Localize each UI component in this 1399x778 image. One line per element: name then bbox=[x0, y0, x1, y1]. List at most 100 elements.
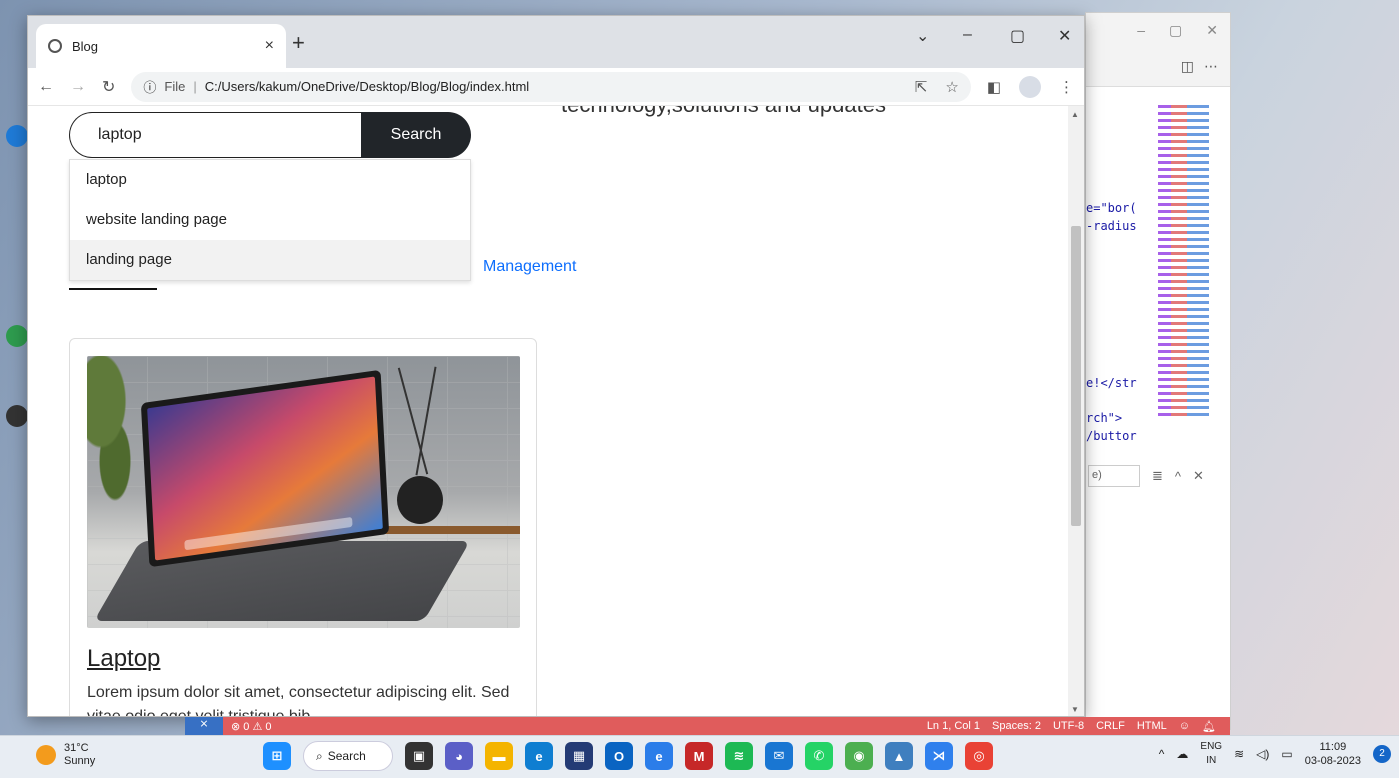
language-mode[interactable]: HTML bbox=[1137, 720, 1167, 733]
vscode-titlebar: – ▢ ✕ bbox=[1086, 13, 1230, 47]
search-label: Search bbox=[327, 749, 366, 763]
photos-icon[interactable]: ▲ bbox=[885, 742, 913, 770]
page-viewport: technology,solutions and updates Search … bbox=[28, 106, 1070, 717]
search-input[interactable] bbox=[69, 112, 369, 158]
profile-avatar[interactable] bbox=[1019, 75, 1041, 98]
find-widget: e) ≣ ^ ✕ bbox=[1086, 461, 1232, 491]
card-text: Lorem ipsum dolor sit amet, consectetur … bbox=[87, 684, 510, 717]
browser-ie-icon[interactable]: e bbox=[645, 742, 673, 770]
vscode-editor-actions: ◫ ⋯ bbox=[1086, 47, 1230, 87]
outlook-icon[interactable]: O bbox=[605, 742, 633, 770]
search-form: Search bbox=[69, 112, 471, 158]
close-find-icon[interactable]: ✕ bbox=[1193, 468, 1204, 484]
maximize-button[interactable]: ▢ bbox=[1010, 26, 1025, 46]
task-view-icon[interactable]: ▣ bbox=[405, 742, 433, 770]
code-line: e="bor( bbox=[1086, 201, 1137, 215]
suggestion-item[interactable]: website landing page bbox=[70, 200, 470, 240]
temperature: 31°C bbox=[64, 742, 89, 754]
bookmark-star-icon[interactable]: ☆ bbox=[945, 78, 958, 96]
encoding[interactable]: UTF-8 bbox=[1053, 720, 1084, 733]
remote-icon[interactable]: ⨯ bbox=[185, 717, 223, 735]
desktop-app-icon[interactable] bbox=[6, 125, 28, 147]
start-icon[interactable]: ⊞ bbox=[263, 742, 291, 770]
side-panel-icon[interactable]: ◧ bbox=[987, 78, 1001, 96]
indentation[interactable]: Spaces: 2 bbox=[992, 720, 1041, 733]
close-button[interactable]: ✕ bbox=[1058, 26, 1071, 46]
cursor-position[interactable]: Ln 1, Col 1 bbox=[927, 720, 980, 733]
teams-icon[interactable]: ◕ bbox=[445, 742, 473, 770]
nav-link-management[interactable]: Management bbox=[483, 258, 576, 276]
edge-icon[interactable]: e bbox=[525, 742, 553, 770]
feedback-icon[interactable]: ☺ bbox=[1179, 720, 1190, 733]
desktop-app-icon[interactable] bbox=[6, 405, 28, 427]
desktop-shortcuts bbox=[0, 0, 30, 735]
battery-icon[interactable]: ▭ bbox=[1281, 747, 1292, 761]
notification-badge[interactable]: 2 bbox=[1373, 745, 1391, 763]
vscode-icon[interactable]: ⋊ bbox=[925, 742, 953, 770]
clock[interactable]: 11:09 03-08-2023 bbox=[1305, 740, 1361, 768]
blog-card: Laptop Lorem ipsum dolor sit amet, conse… bbox=[69, 338, 537, 717]
previous-match-icon[interactable]: ^ bbox=[1175, 469, 1181, 484]
search-icon: ⌕ bbox=[316, 748, 323, 763]
card-title-link[interactable]: Laptop bbox=[87, 645, 160, 673]
vscode-statusbar: ⨯ ⊗ 0 ⚠ 0 Ln 1, Col 1 Spaces: 2 UTF-8 CR… bbox=[185, 717, 1230, 735]
url-text[interactable]: C:/Users/kakum/OneDrive/Desktop/Blog/Blo… bbox=[205, 79, 529, 94]
problems-indicator[interactable]: ⊗ 0 ⚠ 0 bbox=[231, 720, 271, 733]
menu-icon[interactable]: ⋮ bbox=[1059, 78, 1074, 96]
chrome-canary-icon[interactable]: ◉ bbox=[845, 742, 873, 770]
tab-title: Blog bbox=[72, 38, 99, 54]
code-line: -radius bbox=[1086, 219, 1137, 233]
whatsapp-icon[interactable]: ✆ bbox=[805, 742, 833, 770]
back-icon[interactable]: ← bbox=[38, 78, 54, 96]
file-explorer-icon[interactable]: ▬ bbox=[485, 742, 513, 770]
reload-icon[interactable]: ↻ bbox=[102, 77, 115, 97]
info-icon[interactable]: ⓘ bbox=[143, 77, 156, 96]
language-indicator[interactable]: ENG IN bbox=[1200, 740, 1222, 768]
scroll-up-icon[interactable]: ▲ bbox=[1071, 110, 1079, 119]
chrome-icon[interactable]: ◎ bbox=[965, 742, 993, 770]
code-line: e!</str bbox=[1086, 376, 1137, 390]
minimap[interactable] bbox=[1158, 101, 1222, 471]
split-editor-icon[interactable]: ◫ bbox=[1181, 58, 1194, 75]
taskbar: 31°C Sunny ⊞ ⌕ Search ▣ ◕ ▬ e ▦ O e M ≋ … bbox=[0, 735, 1399, 778]
sun-icon bbox=[36, 745, 56, 765]
find-input[interactable]: e) bbox=[1088, 465, 1140, 487]
scrollbar-thumb[interactable] bbox=[1071, 226, 1081, 526]
taskbar-search[interactable]: ⌕ Search bbox=[303, 741, 393, 771]
minimize-icon[interactable]: – bbox=[1137, 22, 1145, 38]
vertical-scrollbar[interactable]: ▲ ▼ bbox=[1068, 106, 1084, 716]
more-actions-icon[interactable]: ⋯ bbox=[1204, 58, 1218, 75]
close-tab-icon[interactable]: × bbox=[265, 37, 274, 55]
vscode-window: – ▢ ✕ ◫ ⋯ e="bor( -radius e!</str rch"> … bbox=[1085, 12, 1231, 730]
volume-icon[interactable]: ◁) bbox=[1256, 747, 1269, 761]
autocomplete-dropdown: laptop website landing page landing page bbox=[69, 159, 471, 281]
suggestion-item[interactable]: landing page bbox=[70, 240, 470, 280]
time: 11:09 bbox=[1319, 741, 1347, 753]
code-line: rch"> bbox=[1086, 411, 1123, 425]
desktop-app-icon[interactable] bbox=[6, 325, 28, 347]
browser-tab[interactable]: Blog × bbox=[36, 24, 286, 68]
close-icon[interactable]: ✕ bbox=[1206, 22, 1218, 39]
address-bar[interactable]: ⓘ File | C:/Users/kakum/OneDrive/Desktop… bbox=[131, 71, 971, 102]
weather-widget[interactable]: 31°C Sunny bbox=[36, 742, 95, 768]
weather-condition: Sunny bbox=[64, 755, 96, 767]
bell-icon[interactable]: 🔔︎ bbox=[1202, 720, 1216, 733]
spotify-icon[interactable]: ≋ bbox=[725, 742, 753, 770]
line-endings[interactable]: CRLF bbox=[1096, 720, 1125, 733]
tray-overflow-icon[interactable]: ^ bbox=[1159, 747, 1165, 761]
maximize-icon[interactable]: ▢ bbox=[1169, 22, 1182, 39]
tab-search-icon[interactable]: ⌄ bbox=[916, 26, 929, 46]
suggestion-item[interactable]: laptop bbox=[70, 160, 470, 200]
mcafee-icon[interactable]: M bbox=[685, 742, 713, 770]
selection-icon[interactable]: ≣ bbox=[1152, 468, 1163, 484]
onedrive-icon[interactable]: ☁ bbox=[1176, 747, 1188, 761]
mail-icon[interactable]: ✉ bbox=[765, 742, 793, 770]
search-button[interactable]: Search bbox=[361, 112, 471, 158]
store-icon[interactable]: ▦ bbox=[565, 742, 593, 770]
scroll-down-icon[interactable]: ▼ bbox=[1071, 705, 1079, 714]
share-icon[interactable]: ⇱ bbox=[915, 78, 928, 96]
minimize-button[interactable]: – bbox=[963, 26, 972, 44]
wifi-icon[interactable]: ≋ bbox=[1234, 747, 1244, 761]
forward-icon[interactable]: → bbox=[70, 78, 86, 96]
new-tab-button[interactable]: + bbox=[292, 30, 305, 56]
